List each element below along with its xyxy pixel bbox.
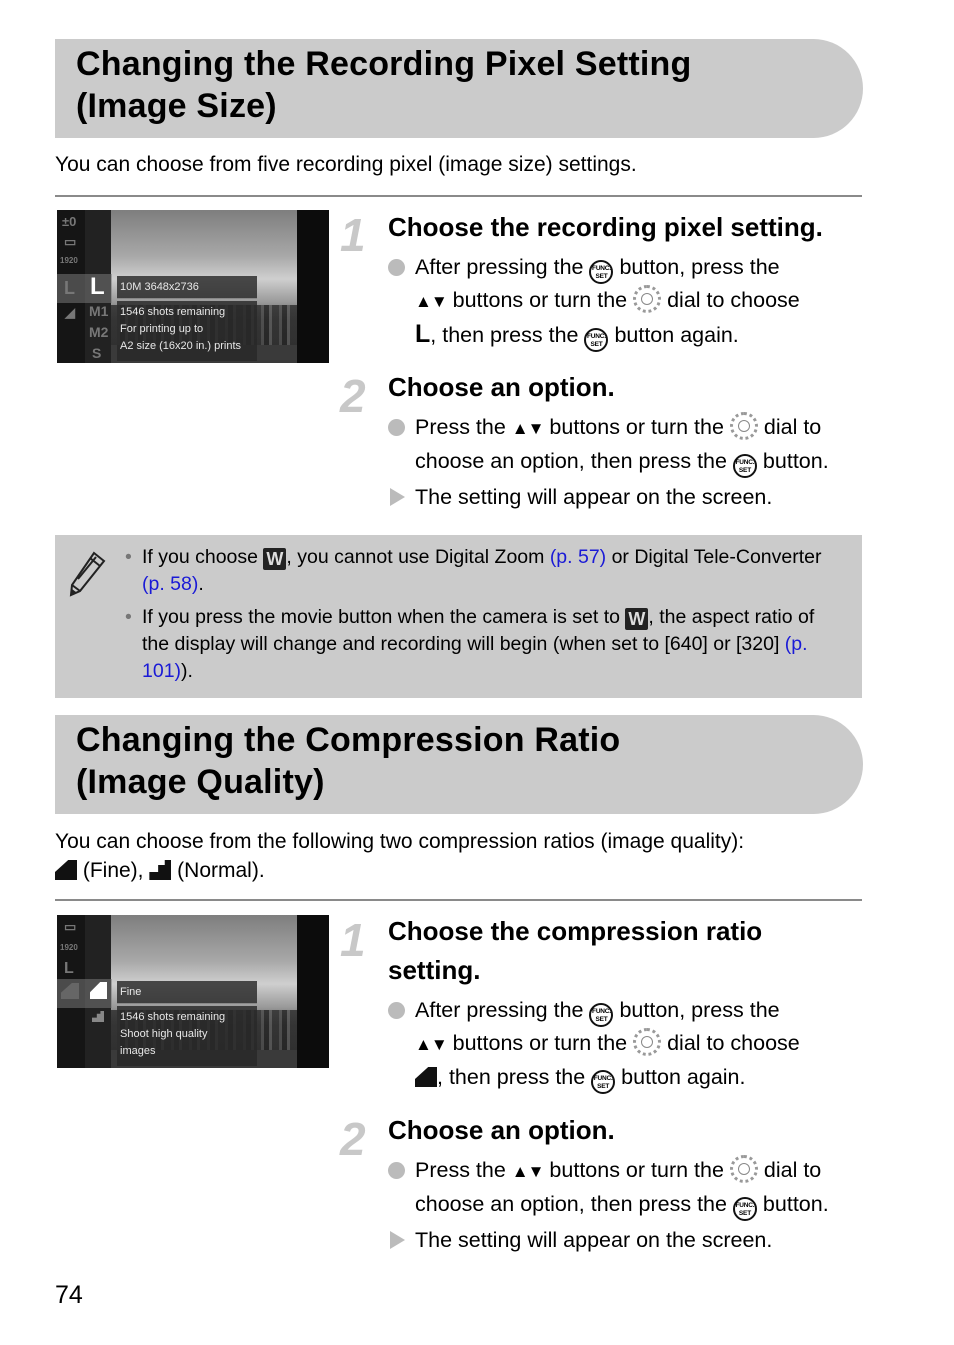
fine-quality-icon [55, 860, 77, 880]
bullet-icon [388, 1162, 405, 1179]
note-box: If you choose W, you cannot use Digital … [55, 535, 862, 698]
page-link-58[interactable]: (p. 58) [142, 573, 198, 595]
step-body: Press the ▲▼ buttons or turn the dial to… [388, 411, 868, 513]
control-dial-icon [633, 285, 662, 313]
step-heading: Choose an option. [388, 372, 615, 402]
up-down-arrows-icon: ▲▼ [415, 292, 448, 311]
up-down-arrows-icon: ▲▼ [511, 1162, 545, 1181]
widescreen-w-icon: W [625, 608, 649, 630]
bullet-icon [388, 1002, 405, 1019]
step-body: Press the ▲▼ buttons or turn the dial to… [388, 1154, 868, 1256]
up-down-arrows-icon: ▲▼ [415, 1035, 448, 1054]
note-list: If you choose W, you cannot use Digital … [125, 544, 845, 691]
step-body: After pressing the FUNC. SET button, pres… [388, 994, 868, 1094]
bullet-icon [388, 259, 405, 276]
step-number: 1 [340, 914, 366, 966]
quality-icon: ◢ [65, 305, 75, 320]
result-arrow-icon [390, 1231, 405, 1249]
func-set-button-icon: FUNC. SET [589, 1003, 614, 1027]
size-l-icon: L [64, 960, 74, 977]
movie-size-icon: 1920 [60, 256, 78, 265]
size-l-icon: L [64, 278, 75, 298]
option-l: L [90, 273, 105, 300]
up-down-arrows-icon: ▲▼ [511, 419, 545, 438]
step-number: 1 [340, 209, 366, 261]
note-item: If you press the movie button when the c… [125, 604, 845, 685]
func-set-button-icon: FUNC. SET [584, 328, 609, 352]
pencil-icon [69, 551, 106, 597]
option-m1: M1 [89, 303, 109, 319]
info-title: 10M 3648x2736 [117, 276, 257, 299]
result-item: The setting will appear on the screen. [388, 1224, 868, 1256]
step-number: 2 [340, 1113, 366, 1165]
step-number: 2 [340, 370, 366, 422]
control-dial-icon [729, 412, 758, 440]
section-intro: You can choose from the following two co… [55, 830, 745, 882]
camera-screen-image-quality: ▭ 1920 L Fine 1546 shots remaining Shoot… [57, 915, 329, 1068]
func-set-button-icon: FUNC. SET [589, 260, 614, 284]
page-number: 74 [55, 1281, 83, 1309]
section-header-image-quality: Changing the Compression Ratio (Image Qu… [55, 715, 863, 814]
instruction-item: After pressing the FUNC. SET button, pres… [388, 994, 868, 1094]
instruction-item: Press the ▲▼ buttons or turn the dial to… [388, 411, 868, 478]
bullet-icon [388, 419, 405, 436]
instruction-item: After pressing the FUNC. SET button, pres… [388, 251, 868, 352]
info-panel: 1546 shots remaining For printing up to … [117, 301, 257, 361]
section-intro: You can choose from five recording pixel… [55, 153, 637, 176]
movie-size-icon: 1920 [60, 943, 78, 952]
widescreen-w-icon: W [263, 548, 287, 570]
info-title: Fine [117, 981, 257, 1004]
fine-quality-icon [415, 1067, 437, 1087]
step-heading: Choose the recording pixel setting. [388, 212, 823, 242]
section-title: Changing the Compression Ratio (Image Qu… [76, 721, 621, 801]
option-m2: M2 [89, 324, 109, 340]
control-dial-icon [633, 1028, 662, 1056]
page-link-57[interactable]: (p. 57) [550, 546, 606, 568]
divider [55, 195, 862, 197]
section-header-image-size: Changing the Recording Pixel Setting (Im… [55, 39, 863, 138]
aspect-icon: ▭ [64, 919, 77, 934]
section-title: Changing the Recording Pixel Setting (Im… [76, 45, 692, 125]
step-body: After pressing the FUNC. SET button, pres… [388, 251, 868, 352]
size-l-icon: L [415, 320, 431, 348]
func-set-button-icon: FUNC. SET [732, 454, 757, 478]
aspect-icon: ▭ [64, 234, 77, 249]
camera-screen-image-size: ±0 ▭ 1920 L ◢ L M1 M2 S 10M 3648x2736 15… [57, 210, 329, 363]
option-s: S [92, 345, 102, 361]
result-item: The setting will appear on the screen. [388, 481, 868, 513]
result-arrow-icon [390, 488, 405, 506]
divider [55, 899, 862, 901]
control-dial-icon [729, 1155, 758, 1183]
step-heading: Choose an option. [388, 1115, 615, 1145]
func-set-button-icon: FUNC. SET [732, 1197, 757, 1221]
func-set-button-icon: FUNC. SET [591, 1070, 616, 1094]
info-panel: 1546 shots remaining Shoot high quality … [117, 1006, 257, 1066]
instruction-item: Press the ▲▼ buttons or turn the dial to… [388, 1154, 868, 1221]
step-heading: Choose the compression ratio setting. [388, 916, 763, 985]
normal-quality-icon [149, 860, 172, 880]
note-item: If you choose W, you cannot use Digital … [125, 544, 845, 598]
exposure-icon: ±0 [62, 214, 77, 229]
